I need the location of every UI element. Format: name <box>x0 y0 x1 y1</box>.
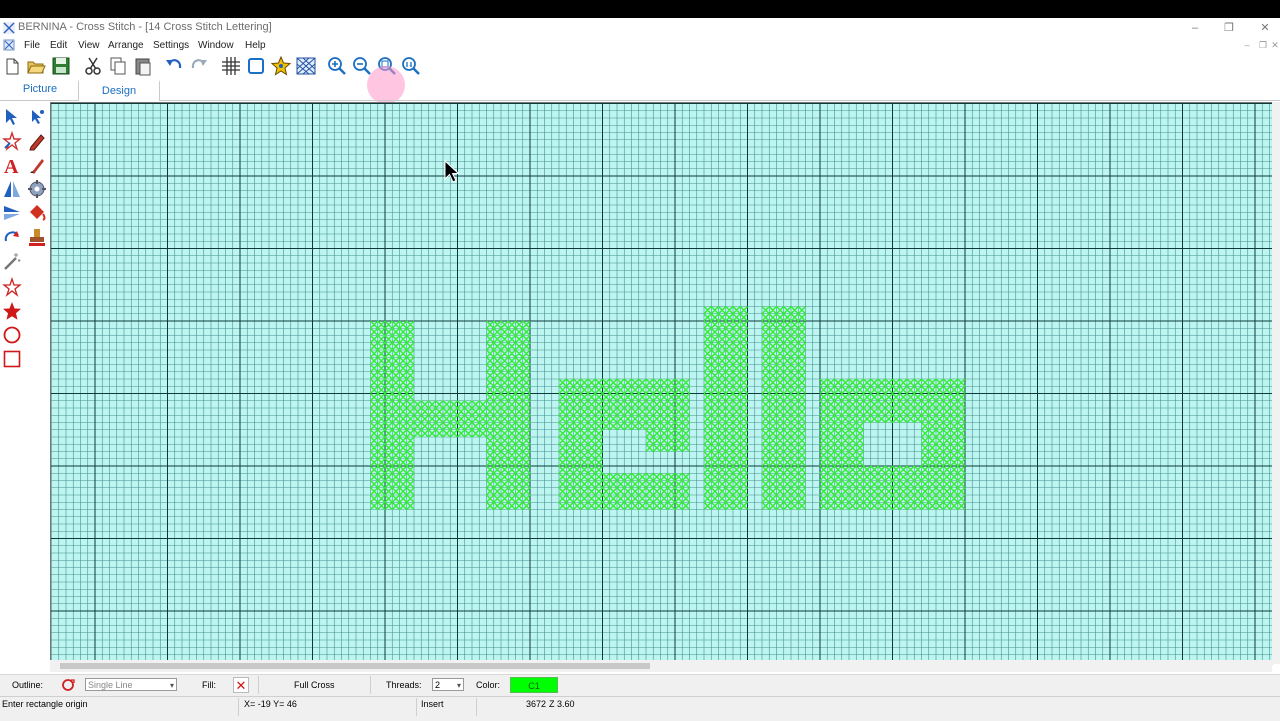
menu-arrange[interactable]: Arrange <box>108 38 144 54</box>
flip-icon[interactable] <box>1 202 23 224</box>
star-outline-icon[interactable] <box>1 276 23 298</box>
app-window: BERNINA - Cross Stitch - [14 Cross Stitc… <box>0 18 1280 721</box>
stamp-icon[interactable] <box>26 226 48 248</box>
cursor-coordinates: X= -19 Y= 46 <box>244 699 297 709</box>
grid-icon[interactable] <box>220 55 242 77</box>
separator <box>370 676 371 694</box>
circle-icon[interactable] <box>1 324 23 346</box>
fill-bucket-icon[interactable] <box>26 202 48 224</box>
cut-icon[interactable] <box>82 55 104 77</box>
maximize-button[interactable]: ❐ <box>1214 18 1244 38</box>
mdi-minimize-button[interactable]: – <box>1240 40 1254 50</box>
tab-picture[interactable]: Picture <box>10 80 70 99</box>
magic-select-icon[interactable] <box>1 130 23 152</box>
select-arrow-icon[interactable] <box>1 106 23 128</box>
window-title: BERNINA - Cross Stitch - [14 Cross Stitc… <box>18 21 272 33</box>
brush-icon[interactable] <box>26 154 48 176</box>
rectangle-icon[interactable] <box>1 348 23 370</box>
separator <box>476 698 477 716</box>
design-canvas[interactable] <box>50 102 1273 665</box>
threads-select[interactable]: 2 ▾ <box>432 678 464 691</box>
threads-label: Threads: <box>386 680 422 690</box>
gear-pattern-icon[interactable] <box>26 178 48 200</box>
vertical-scrollbar[interactable] <box>1272 102 1280 664</box>
zoom-1to1-icon[interactable] <box>400 55 422 77</box>
zoom-level: Z 3.60 <box>549 699 575 709</box>
threads-value: 2 <box>435 680 441 690</box>
magic-wand-icon[interactable] <box>1 250 23 272</box>
separator <box>238 698 239 716</box>
pencil-icon[interactable] <box>26 130 48 152</box>
menu-view[interactable]: View <box>78 38 100 54</box>
paste-icon[interactable] <box>132 55 154 77</box>
fill-label: Fill: <box>202 680 216 690</box>
thread-color-swatch[interactable]: C1 <box>510 677 558 693</box>
color-label: Color: <box>476 680 501 690</box>
tab-strip-divider <box>0 100 1280 101</box>
star-filled-icon[interactable] <box>1 300 23 322</box>
rotate-icon[interactable] <box>1 226 23 248</box>
minimize-button[interactable]: – <box>1180 18 1210 38</box>
status-message: Enter rectangle origin <box>2 699 88 709</box>
chevron-down-icon: ▾ <box>169 681 174 690</box>
redo-icon[interactable] <box>188 55 210 77</box>
fill-none-icon[interactable]: ✕ <box>233 677 249 693</box>
undo-icon[interactable] <box>163 55 185 77</box>
menu-file[interactable]: File <box>24 38 40 54</box>
horizontal-scroll-thumb[interactable] <box>60 663 650 669</box>
hoop-icon[interactable] <box>245 55 267 77</box>
stitch-count: 3672 <box>526 699 547 709</box>
stitch-grid[interactable] <box>51 103 1273 665</box>
tab-design[interactable]: Design <box>78 80 160 101</box>
separator <box>416 698 417 716</box>
menu-bar <box>0 38 1280 54</box>
stitch-property-bar <box>0 674 1280 697</box>
chevron-down-icon: ▾ <box>456 681 461 690</box>
document-icon <box>3 39 15 51</box>
menu-settings[interactable]: Settings <box>153 38 189 54</box>
outline-color-icon[interactable] <box>60 677 76 693</box>
zoom-in-icon[interactable] <box>326 55 348 77</box>
status-bar <box>0 696 1280 721</box>
click-indicator <box>367 66 405 104</box>
close-button[interactable]: ✕ <box>1250 18 1280 38</box>
select-point-icon[interactable] <box>26 106 48 128</box>
edit-mode: Insert <box>421 699 444 709</box>
stitch-type-button[interactable]: Full Cross <box>294 680 335 690</box>
mirror-icon[interactable] <box>1 178 23 200</box>
outline-label: Outline: <box>12 680 44 690</box>
menu-edit[interactable]: Edit <box>50 38 67 54</box>
menu-window[interactable]: Window <box>198 38 234 54</box>
mdi-close-button[interactable]: ✕ <box>1268 40 1280 51</box>
outline-type-value: Single Line <box>88 680 133 690</box>
cross-grid-icon[interactable] <box>295 55 317 77</box>
outline-type-select[interactable]: Single Line ▾ <box>85 678 177 691</box>
star-stitch-icon[interactable] <box>270 55 292 77</box>
mouse-cursor-icon <box>444 160 460 183</box>
copy-icon[interactable] <box>107 55 129 77</box>
text-lettering-icon[interactable]: A <box>1 154 23 176</box>
save-icon[interactable] <box>50 55 72 77</box>
title-bar: BERNINA - Cross Stitch - [14 Cross Stitc… <box>0 18 1280 38</box>
menu-help[interactable]: Help <box>245 38 266 54</box>
separator <box>258 676 259 694</box>
svg-text:A: A <box>4 156 19 176</box>
bernina-app-icon <box>3 22 15 34</box>
open-folder-icon[interactable] <box>25 55 47 77</box>
new-file-icon[interactable] <box>1 55 23 77</box>
